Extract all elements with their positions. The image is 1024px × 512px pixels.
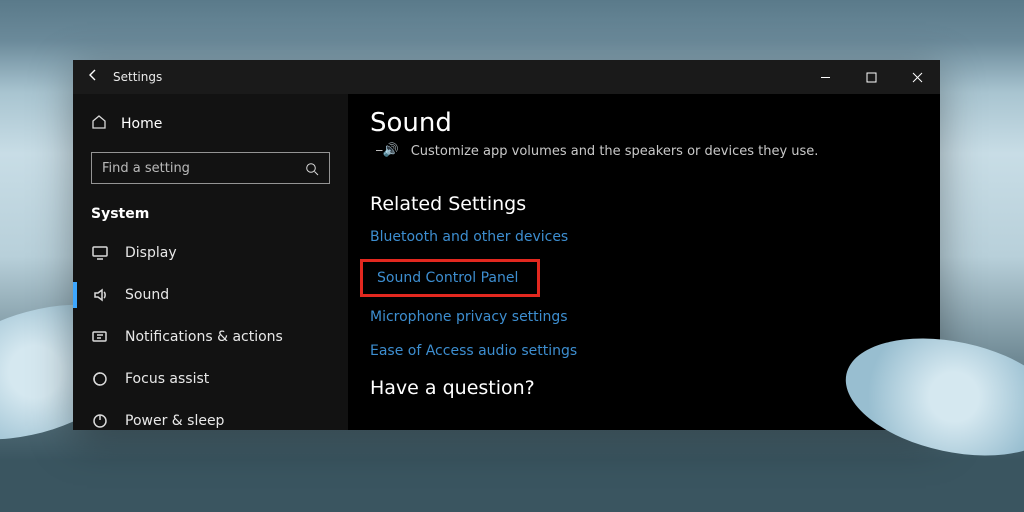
back-button[interactable] (73, 68, 113, 86)
maximize-button[interactable] (848, 60, 894, 94)
search-icon (305, 161, 319, 180)
related-settings-heading: Related Settings (370, 193, 918, 215)
display-icon (91, 245, 109, 261)
related-links: Bluetooth and other devicesSound Control… (370, 229, 918, 359)
sidebar-item-sound[interactable]: Sound (73, 274, 348, 316)
maximize-icon (866, 72, 877, 83)
notify-icon (91, 329, 109, 345)
window-body: Home System Display Sound Notifications & … (73, 94, 940, 430)
speaker-inline-icon: ⎯🔊 (376, 143, 399, 158)
close-button[interactable] (894, 60, 940, 94)
sidebar-item-display[interactable]: Display (73, 232, 348, 274)
main-panel: Sound ⎯🔊 Customize app volumes and the s… (348, 94, 940, 430)
scrollbar-thumb[interactable] (938, 348, 940, 400)
arrow-left-icon (86, 68, 100, 82)
have-a-question-heading: Have a question? (370, 377, 918, 399)
window-controls (802, 60, 940, 94)
sidebar-item-label: Power & sleep (125, 413, 224, 429)
search-field[interactable] (102, 161, 295, 176)
related-link[interactable]: Bluetooth and other devices (370, 229, 918, 245)
sidebar-item-label: Notifications & actions (125, 329, 283, 345)
page-title: Sound (370, 108, 918, 138)
related-link[interactable]: Ease of Access audio settings (370, 343, 918, 359)
title-bar: Settings (73, 60, 940, 94)
related-link[interactable]: Sound Control Panel (360, 259, 540, 297)
focus-icon (91, 371, 109, 387)
sidebar-item-label: Display (125, 245, 177, 261)
minimize-icon (820, 72, 831, 83)
sidebar-item-power[interactable]: Power & sleep (73, 400, 348, 430)
home-button[interactable]: Home (73, 106, 348, 142)
sidebar-item-label: Sound (125, 287, 169, 303)
minimize-button[interactable] (802, 60, 848, 94)
sidebar-item-notify[interactable]: Notifications & actions (73, 316, 348, 358)
related-link[interactable]: Microphone privacy settings (370, 309, 918, 325)
power-icon (91, 413, 109, 429)
close-icon (912, 72, 923, 83)
search-input[interactable] (91, 152, 330, 184)
sidebar-item-focus[interactable]: Focus assist (73, 358, 348, 400)
settings-window: Settings Home System DisplaySoundNotifi (73, 60, 940, 430)
volume-caption: Customize app volumes and the speakers o… (411, 144, 819, 159)
window-title: Settings (113, 70, 162, 84)
sidebar-category: System (73, 198, 348, 232)
home-label: Home (121, 116, 162, 132)
sidebar-item-label: Focus assist (125, 371, 209, 387)
sound-icon (91, 287, 109, 303)
volume-row: ⎯🔊 Customize app volumes and the speaker… (376, 144, 918, 159)
home-icon (91, 114, 107, 134)
nav-list: Display Sound Notifications & actions Focus… (73, 232, 348, 430)
sidebar: Home System Display Sound Notifications & … (73, 94, 348, 430)
